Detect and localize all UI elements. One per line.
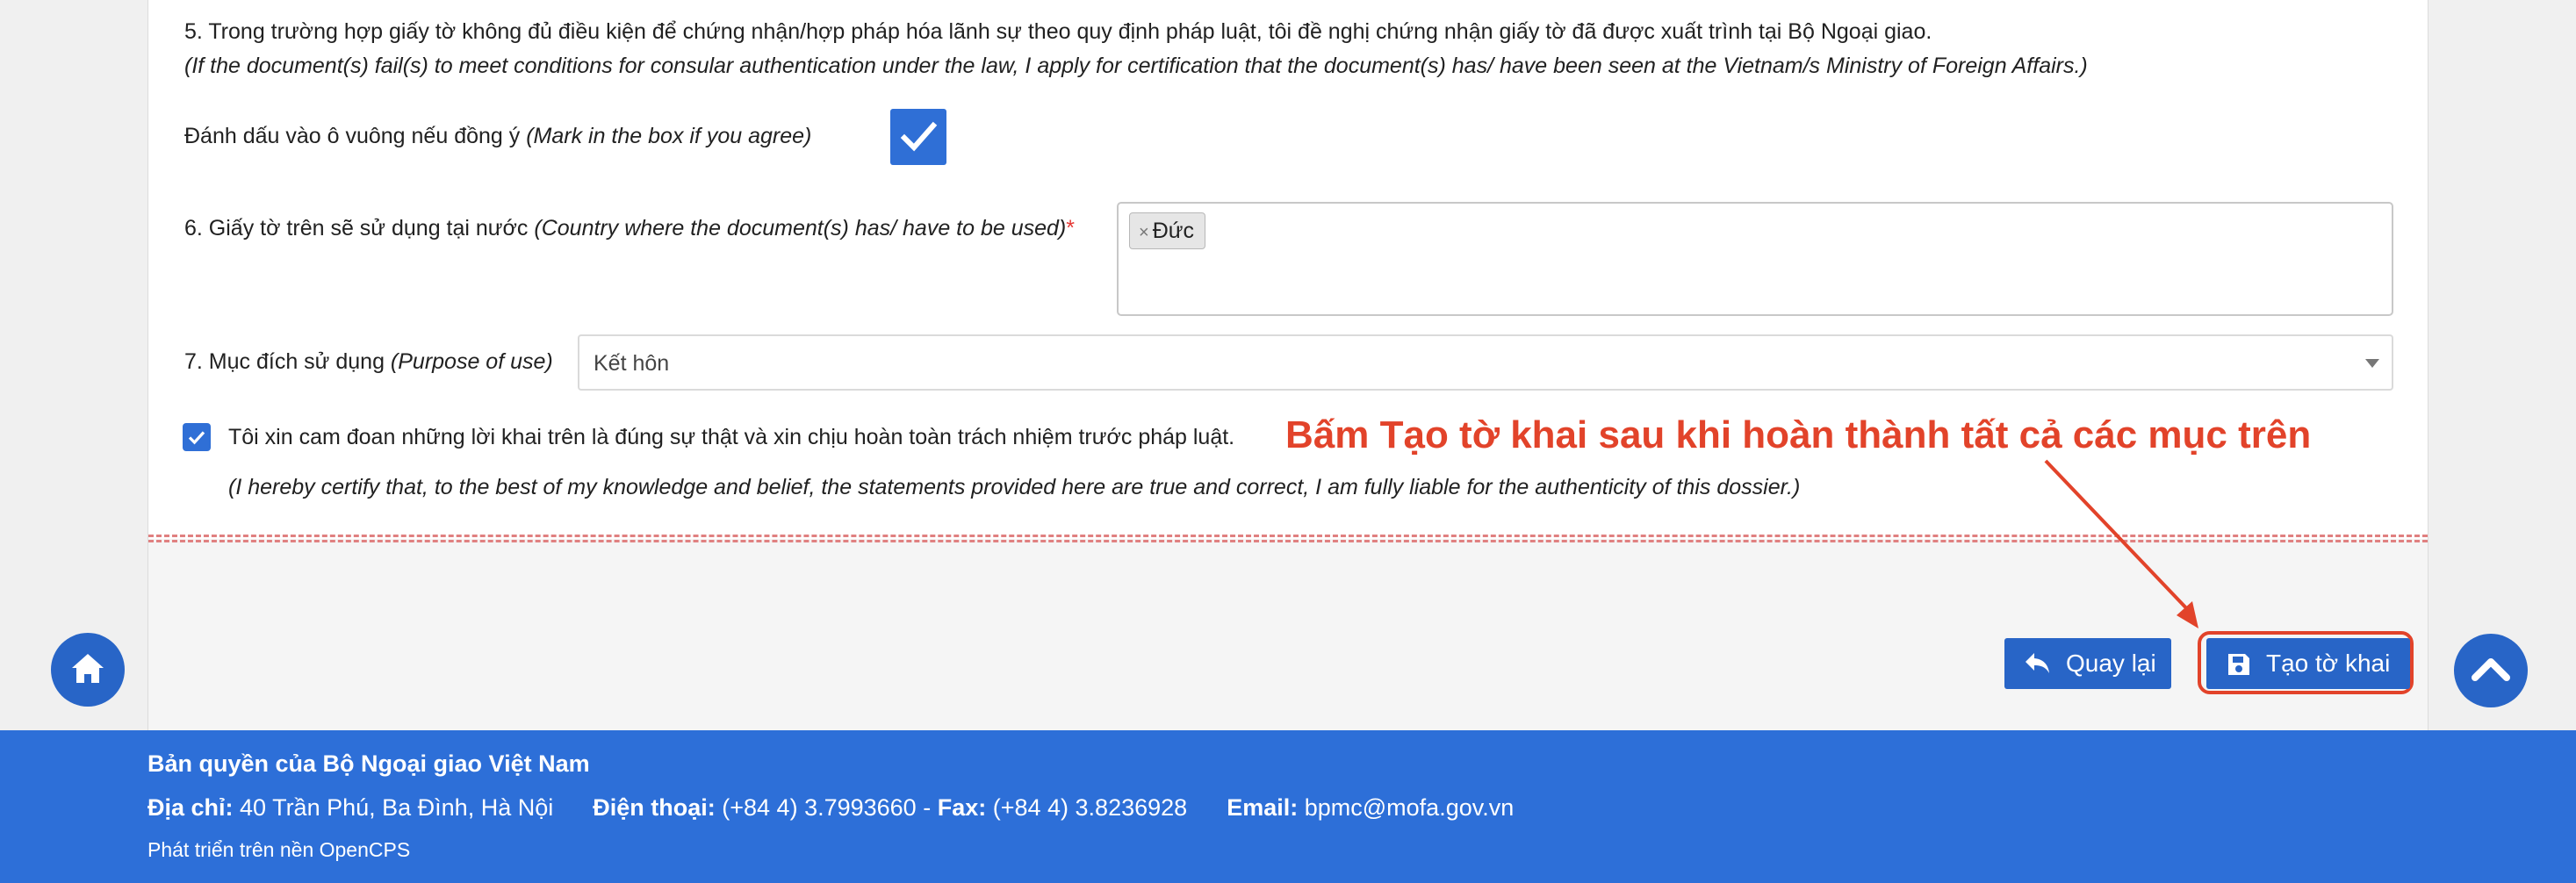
footer-contact: Địa chỉ: 40 Trần Phú, Ba Đình, Hà Nội Đi…	[148, 792, 1514, 823]
address-value: 40 Trần Phú, Ba Đình, Hà Nội	[233, 794, 554, 821]
footer-powered-by: Phát triển trên nền OpenCPS	[148, 838, 411, 861]
phone-label: Điện thoại:	[593, 794, 716, 821]
reply-arrow-icon	[2026, 653, 2049, 673]
home-icon	[72, 654, 104, 683]
fax-label: Fax:	[937, 794, 987, 821]
fax-value: (+84 4) 3.8236928	[986, 794, 1188, 821]
annotation-arrow	[2044, 459, 2198, 628]
email-label: Email:	[1227, 794, 1299, 821]
footer-copyright: Bản quyền của Bộ Ngoại giao Việt Nam	[148, 748, 590, 779]
back-button[interactable]: Quay lại	[2004, 638, 2171, 689]
save-floppy-icon	[2228, 654, 2249, 675]
site-footer: Bản quyền của Bộ Ngoại giao Việt Nam Địa…	[0, 730, 2576, 883]
home-button[interactable]	[51, 633, 125, 707]
create-declaration-button[interactable]: Tạo tờ khai	[2206, 638, 2410, 689]
footer-copyright-text: Bản quyền của Bộ Ngoại giao Việt Nam	[148, 750, 590, 777]
phone-value: (+84 4) 3.7993660 -	[715, 794, 938, 821]
email-link[interactable]: bpmc@mofa.gov.vn	[1298, 794, 1515, 821]
address-label: Địa chỉ:	[148, 794, 234, 821]
chevron-up-icon	[2472, 658, 2510, 681]
back-button-label: Quay lại	[2066, 650, 2156, 677]
scroll-top-button[interactable]	[2454, 634, 2528, 707]
create-declaration-label: Tạo tờ khai	[2266, 650, 2391, 677]
